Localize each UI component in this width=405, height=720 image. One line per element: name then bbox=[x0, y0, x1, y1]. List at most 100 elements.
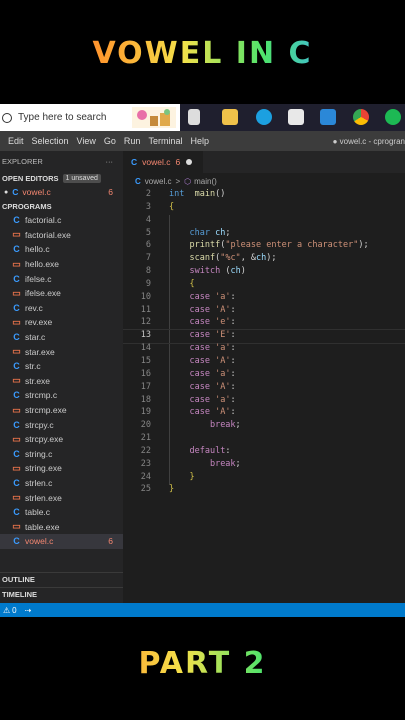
code-line[interactable]: 14 case 'a': bbox=[123, 343, 405, 356]
line-number: 3 bbox=[145, 201, 151, 212]
file-name: hello.exe bbox=[25, 259, 60, 270]
code-line[interactable]: 10 case 'a': bbox=[123, 292, 405, 305]
code-token: { bbox=[169, 201, 175, 212]
code-line[interactable]: 13 case 'E': bbox=[123, 329, 405, 345]
line-number: 24 bbox=[140, 471, 151, 482]
line-code: case 'A': bbox=[169, 381, 235, 392]
file-item[interactable]: ▭ strcpy.exe bbox=[0, 432, 123, 447]
code-line[interactable]: 7 scanf("%c", &ch); bbox=[123, 253, 405, 266]
taskbar-search-box[interactable]: Type here to search bbox=[0, 104, 180, 131]
code-line[interactable]: 6 printf("please enter a character"); bbox=[123, 240, 405, 253]
code-line[interactable]: 25} bbox=[123, 484, 405, 497]
mail-icon[interactable] bbox=[320, 109, 336, 125]
file-item[interactable]: Chello.c bbox=[0, 242, 123, 257]
code-line[interactable]: 20 break; bbox=[123, 420, 405, 433]
line-code: int main() bbox=[169, 189, 225, 199]
file-item[interactable]: Ctable.c bbox=[0, 505, 123, 520]
code-line[interactable]: 21 bbox=[123, 433, 405, 446]
problems-count[interactable]: 0 bbox=[12, 606, 16, 615]
code-line[interactable]: 16 case 'a': bbox=[123, 369, 405, 382]
code-line[interactable]: 24 } bbox=[123, 472, 405, 485]
skype-icon[interactable] bbox=[256, 109, 272, 125]
menu-help[interactable]: Help bbox=[190, 136, 209, 146]
line-number: 4 bbox=[145, 214, 151, 225]
line-code: case 'E': bbox=[169, 330, 235, 340]
timeline-section[interactable]: TIMELINE bbox=[0, 587, 123, 601]
project-folder[interactable]: CPROGRAMS bbox=[0, 199, 123, 213]
breadcrumb-file[interactable]: vowel.c bbox=[145, 177, 172, 186]
warning-icon[interactable]: ⚠ bbox=[3, 606, 10, 615]
file-item[interactable]: Cifelse.c bbox=[0, 271, 123, 286]
file-item[interactable]: Cstring.c bbox=[0, 447, 123, 462]
line-code: case 'e': bbox=[169, 317, 235, 327]
file-item[interactable]: Cstrlen.c bbox=[0, 476, 123, 491]
menu-selection[interactable]: Selection bbox=[32, 136, 69, 146]
code-line[interactable]: 4 bbox=[123, 215, 405, 228]
file-item[interactable]: ▭ ifelse.exe bbox=[0, 286, 123, 301]
c-file-icon: C bbox=[13, 244, 20, 255]
file-item[interactable]: ▭ str.exe bbox=[0, 374, 123, 389]
spotify-icon[interactable] bbox=[385, 109, 401, 125]
menu-go[interactable]: Go bbox=[104, 136, 116, 146]
file-explorer-icon[interactable] bbox=[222, 109, 238, 125]
code-line[interactable]: 9 { bbox=[123, 279, 405, 292]
code-line[interactable]: 22 default: bbox=[123, 446, 405, 459]
file-item[interactable]: ▭ rev.exe bbox=[0, 315, 123, 330]
code-token: 'a' bbox=[215, 291, 231, 302]
code-line[interactable]: 15 case 'A': bbox=[123, 356, 405, 369]
line-number: 25 bbox=[140, 484, 151, 495]
menu-run[interactable]: Run bbox=[124, 136, 141, 146]
code-line[interactable]: 5 char ch; bbox=[123, 228, 405, 241]
chrome-icon[interactable] bbox=[353, 109, 369, 125]
tab-vowel-c[interactable]: C vowel.c 6 bbox=[123, 151, 203, 173]
file-item[interactable]: Cvowel.c 6 bbox=[0, 534, 123, 549]
file-item[interactable]: Cstr.c bbox=[0, 359, 123, 374]
menu-edit[interactable]: Edit bbox=[8, 136, 24, 146]
menu-view[interactable]: View bbox=[77, 136, 96, 146]
code-line[interactable]: 23 break; bbox=[123, 459, 405, 472]
file-item[interactable]: ▭ strcmp.exe bbox=[0, 403, 123, 418]
menu-bar: Edit Selection View Go Run Terminal Help… bbox=[0, 131, 405, 151]
code-line[interactable]: 3{ bbox=[123, 202, 405, 215]
code-token: ch bbox=[230, 266, 241, 277]
outline-section[interactable]: OUTLINE bbox=[0, 572, 123, 586]
file-item[interactable]: ▭ string.exe bbox=[0, 461, 123, 476]
code-token: ch bbox=[256, 253, 267, 264]
file-item[interactable]: Cfactorial.c bbox=[0, 213, 123, 228]
open-editor-name: vowel.c bbox=[22, 187, 51, 197]
breadcrumb-symbol[interactable]: main() bbox=[194, 177, 217, 186]
file-item[interactable]: ▭ factorial.exe bbox=[0, 228, 123, 243]
live-share-icon[interactable]: ⇢ bbox=[25, 606, 32, 615]
file-item[interactable]: ▭ hello.exe bbox=[0, 257, 123, 272]
code-line[interactable]: 12 case 'e': bbox=[123, 317, 405, 330]
store-icon[interactable] bbox=[288, 109, 304, 125]
code-line[interactable]: 2 int main() bbox=[123, 189, 405, 202]
menu-terminal[interactable]: Terminal bbox=[148, 136, 182, 146]
file-item[interactable]: Crev.c bbox=[0, 301, 123, 316]
code-line[interactable]: 19 case 'A': bbox=[123, 407, 405, 420]
task-view-icon[interactable] bbox=[188, 109, 200, 125]
file-item[interactable]: ▭ star.exe bbox=[0, 344, 123, 359]
unsaved-dot-icon[interactable]: ● bbox=[4, 189, 8, 196]
file-item[interactable]: Cstar.c bbox=[0, 330, 123, 345]
code-token: 'A' bbox=[215, 355, 231, 366]
file-item[interactable]: Cstrcpy.c bbox=[0, 417, 123, 432]
more-actions-icon[interactable]: ··· bbox=[106, 157, 114, 166]
code-line[interactable]: 11 case 'A': bbox=[123, 305, 405, 318]
exe-file-icon: ▭ bbox=[12, 316, 21, 327]
file-item[interactable]: ▭ table.exe bbox=[0, 519, 123, 534]
file-item[interactable]: Cstrcmp.c bbox=[0, 388, 123, 403]
code-line[interactable]: 8 switch (ch) bbox=[123, 266, 405, 279]
file-item[interactable]: ▭ strlen.exe bbox=[0, 490, 123, 505]
unsaved-dot-icon[interactable] bbox=[186, 159, 193, 165]
open-editor-item[interactable]: ● C vowel.c 6 bbox=[0, 185, 123, 199]
code-line[interactable]: 17 case 'A': bbox=[123, 382, 405, 395]
open-editors-section[interactable]: OPEN EDITORS 1 unsaved bbox=[0, 171, 123, 185]
file-name: strlen.exe bbox=[25, 492, 62, 503]
code-line[interactable]: 18 case 'a': bbox=[123, 395, 405, 408]
code-editor[interactable]: 2 int main() 3{4 5 char ch; 6 printf("please… bbox=[123, 189, 405, 603]
code-token: case bbox=[189, 381, 210, 392]
